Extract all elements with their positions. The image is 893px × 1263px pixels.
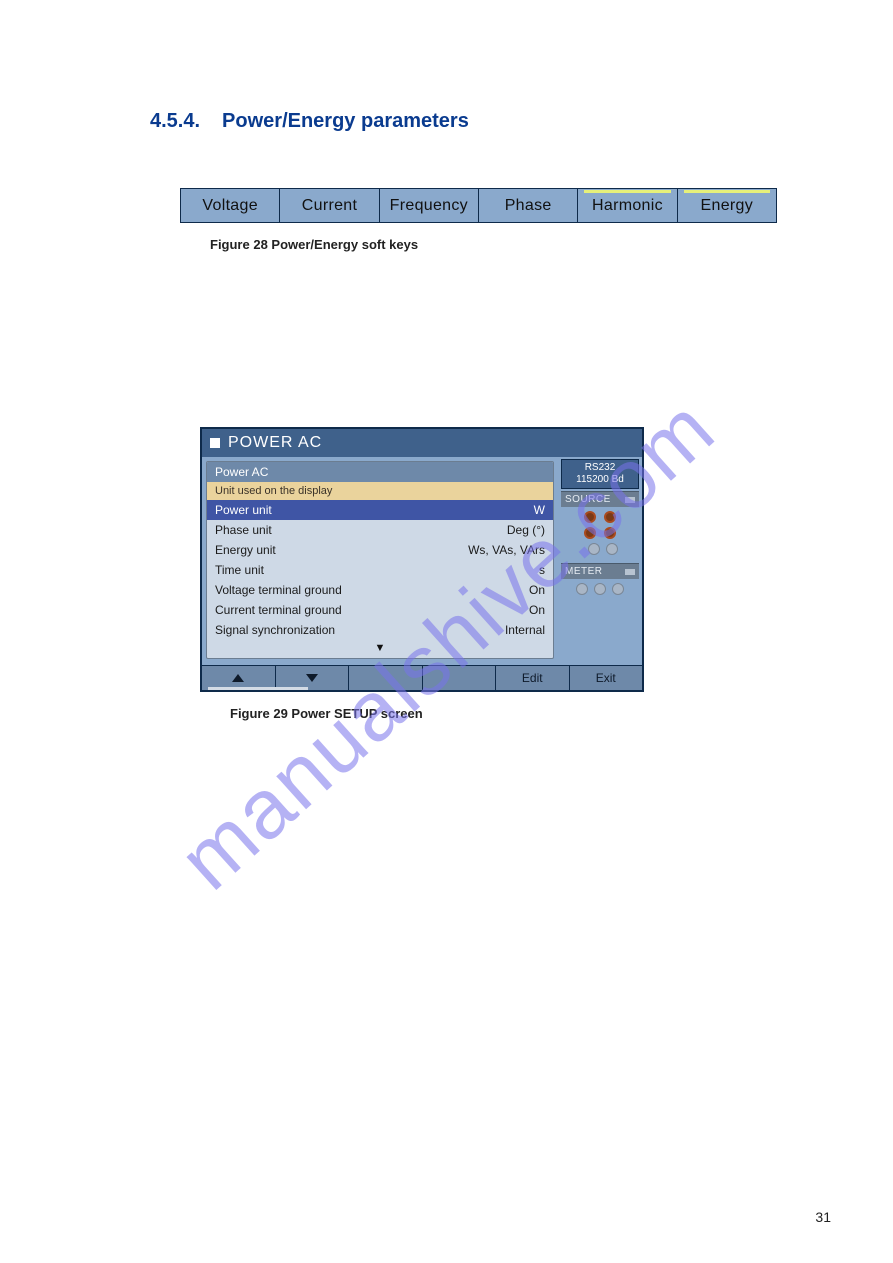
meter-dots	[576, 583, 624, 595]
source-label: SOURCE	[565, 494, 611, 505]
row-label: Power unit	[215, 502, 272, 518]
power-setup-screen: POWER AC Power AC Unit used on the displ…	[200, 427, 644, 692]
section-heading: 4.5.4. Power/Energy parameters	[150, 110, 833, 133]
arrow-down-icon	[306, 674, 318, 682]
meter-terminals	[561, 579, 639, 601]
softkey-phase[interactable]: Phase	[479, 189, 578, 222]
dot-icon	[594, 583, 606, 595]
dot-icon	[606, 543, 618, 555]
rs-line2: 115200 Bd	[562, 474, 638, 486]
row-value: s	[539, 562, 545, 578]
settings-panel: Power AC Unit used on the display Power …	[206, 461, 554, 659]
rs-line1: RS232	[562, 462, 638, 474]
row-value: On	[529, 602, 545, 618]
figure-29-caption: Figure 29 Power SETUP screen	[230, 706, 833, 721]
row-value: Internal	[505, 622, 545, 638]
softkey-label: Edit	[522, 671, 543, 685]
softkey-blank-3[interactable]	[349, 666, 423, 690]
heading-number: 4.5.4.	[150, 110, 200, 133]
panel-hint: Unit used on the display	[207, 482, 553, 500]
source-led-icon	[625, 497, 635, 503]
softkey-label: Frequency	[390, 197, 468, 214]
softkey-label: Harmonic	[592, 197, 663, 214]
row-current-ground[interactable]: Current terminal ground On	[207, 600, 553, 620]
softkey-label: Voltage	[202, 197, 257, 214]
softkey-harmonic[interactable]: Harmonic	[578, 189, 677, 222]
dot-icon	[588, 543, 600, 555]
indicator-dots	[582, 543, 618, 555]
stop-icon	[210, 438, 220, 448]
softkey-current[interactable]: Current	[280, 189, 379, 222]
row-value: Deg (°)	[507, 522, 545, 538]
source-terminals	[561, 507, 639, 561]
softkey-blank-4[interactable]	[423, 666, 497, 690]
screen-titlebar: POWER AC	[202, 429, 642, 457]
softkey-label: Current	[302, 197, 357, 214]
softkeys-bar: Voltage Current Frequency Phase Harmonic…	[180, 188, 777, 223]
page-number: 31	[815, 1209, 831, 1225]
screen-main: Power AC Unit used on the display Power …	[202, 457, 558, 665]
meter-tab[interactable]: METER	[561, 563, 639, 579]
row-power-unit[interactable]: Power unit W	[207, 500, 553, 520]
dot-icon	[612, 583, 624, 595]
row-voltage-ground[interactable]: Voltage terminal ground On	[207, 580, 553, 600]
meter-led-icon	[625, 569, 635, 575]
row-value: Ws, VAs, VArs	[468, 542, 545, 558]
softkey-energy[interactable]: Energy	[678, 189, 776, 222]
exit-button[interactable]: Exit	[570, 666, 643, 690]
softkey-label: Energy	[701, 197, 754, 214]
softkey-label: Phase	[505, 197, 552, 214]
row-label: Time unit	[215, 562, 264, 578]
row-label: Current terminal ground	[215, 602, 342, 618]
arrow-up-icon	[232, 674, 244, 682]
row-energy-unit[interactable]: Energy unit Ws, VAs, VArs	[207, 540, 553, 560]
softkey-voltage[interactable]: Voltage	[181, 189, 280, 222]
softkey-label: Exit	[596, 671, 616, 685]
more-indicator: ▼	[207, 640, 553, 658]
source-tab[interactable]: SOURCE	[561, 491, 639, 507]
terminal-row-lo	[584, 527, 616, 539]
dot-icon	[576, 583, 588, 595]
screen-body: Power AC Unit used on the display Power …	[202, 457, 642, 665]
row-value: W	[534, 502, 545, 518]
softkey-frequency[interactable]: Frequency	[380, 189, 479, 222]
screen-sidebar: RS232 115200 Bd SOURCE METER	[558, 457, 642, 665]
figure-28-caption: Figure 28 Power/Energy soft keys	[210, 237, 833, 252]
row-phase-unit[interactable]: Phase unit Deg (°)	[207, 520, 553, 540]
title-underline	[208, 687, 308, 690]
screen-title: POWER AC	[228, 434, 322, 452]
edit-button[interactable]: Edit	[496, 666, 570, 690]
terminal-icon	[584, 511, 596, 523]
heading-title: Power/Energy parameters	[222, 110, 469, 132]
terminal-icon	[604, 511, 616, 523]
row-label: Phase unit	[215, 522, 272, 538]
meter-label: METER	[565, 566, 603, 577]
terminal-icon	[584, 527, 596, 539]
row-signal-sync[interactable]: Signal synchronization Internal	[207, 620, 553, 640]
row-value: On	[529, 582, 545, 598]
document-page: 4.5.4. Power/Energy parameters Voltage Cu…	[0, 0, 893, 1263]
row-label: Energy unit	[215, 542, 276, 558]
rs232-info: RS232 115200 Bd	[561, 459, 639, 489]
panel-section-header: Power AC	[207, 462, 553, 482]
terminal-icon	[604, 527, 616, 539]
terminal-row-hi	[584, 511, 616, 523]
row-time-unit[interactable]: Time unit s	[207, 560, 553, 580]
row-label: Signal synchronization	[215, 622, 335, 638]
row-label: Voltage terminal ground	[215, 582, 342, 598]
